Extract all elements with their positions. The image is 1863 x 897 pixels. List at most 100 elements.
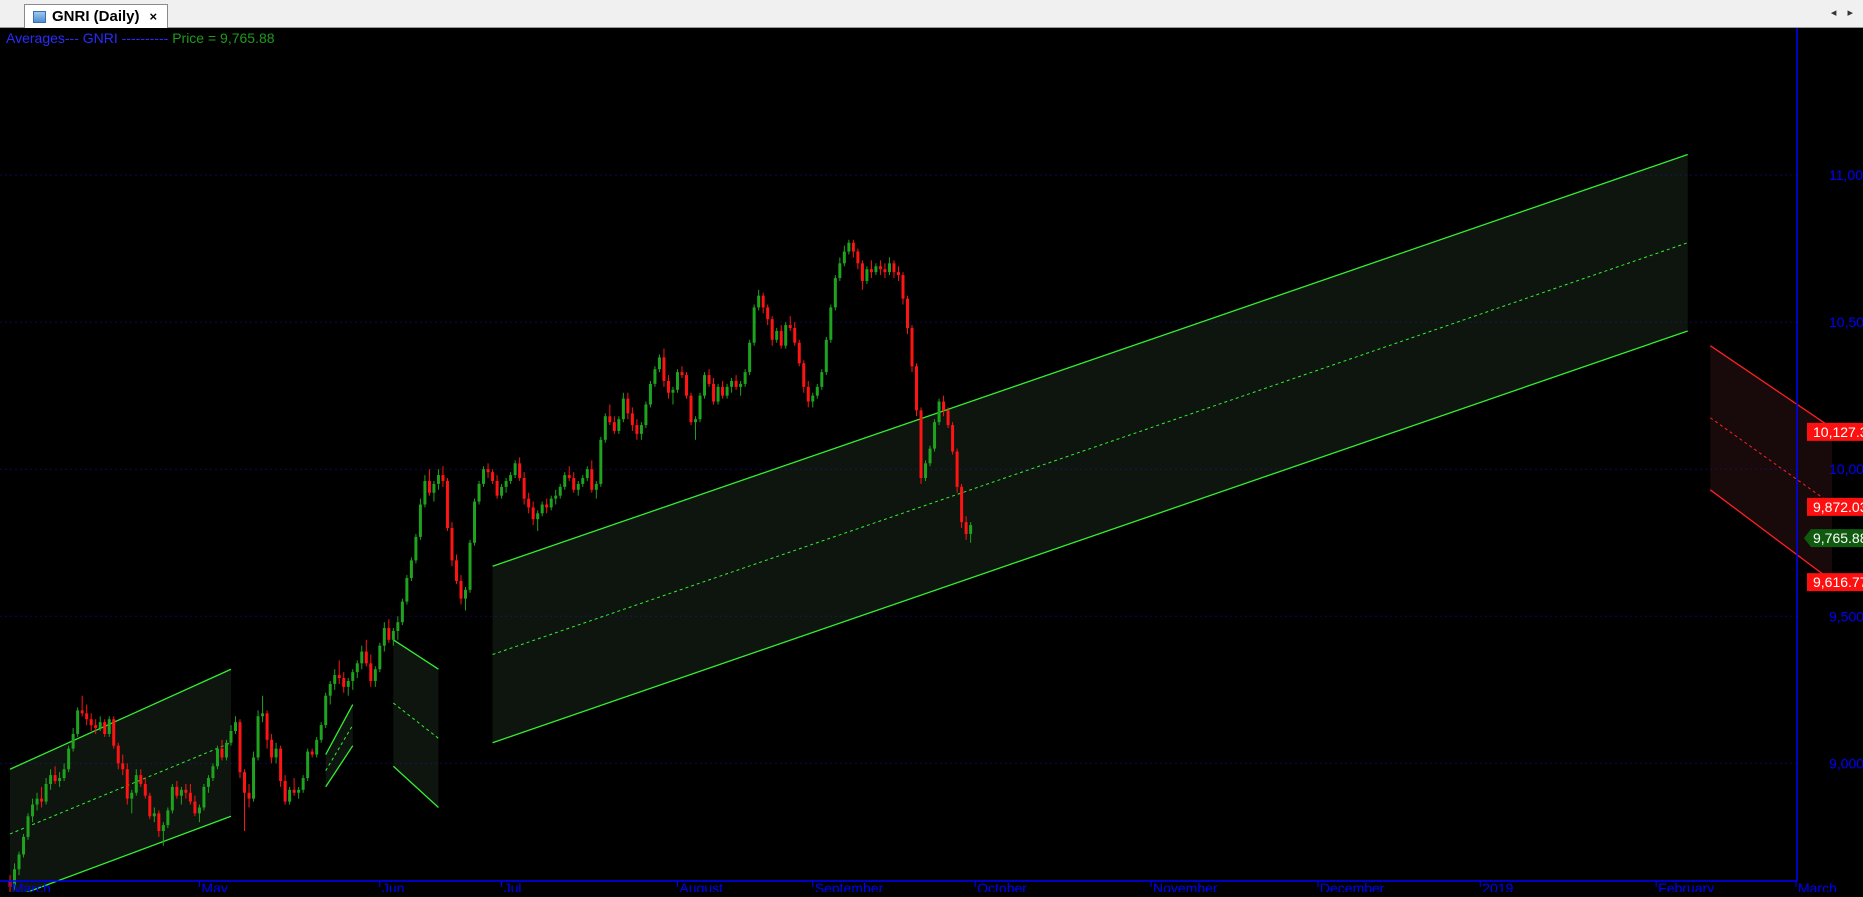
candle-body: [847, 242, 851, 252]
candle-body: [806, 386, 810, 402]
candle-body: [486, 469, 490, 473]
candle-body: [473, 501, 477, 543]
candle-body: [414, 536, 418, 561]
candle-body: [680, 372, 684, 376]
candle-body: [306, 751, 310, 779]
candle-body: [157, 813, 161, 831]
candle-body: [892, 263, 896, 273]
candle-body: [116, 745, 120, 764]
candle-body: [324, 695, 328, 726]
candle-body: [639, 425, 643, 434]
candle-body: [62, 769, 66, 779]
candle-body: [283, 780, 287, 802]
candle-body: [265, 713, 269, 740]
chart-area[interactable]: 9,000 9,500 10,000 10,500 11,000 March May Jun J…: [0, 28, 1863, 897]
candle-body: [355, 663, 359, 673]
candle-body: [464, 589, 468, 599]
candle-body: [545, 504, 549, 508]
candle-body: [784, 325, 788, 346]
candle-body: [937, 401, 941, 423]
price-label: 9,872.03: [1807, 497, 1863, 516]
candle-body: [450, 528, 454, 561]
candle-body: [770, 319, 774, 340]
candle-body: [743, 372, 747, 384]
candle-body: [382, 628, 386, 646]
candle-body: [874, 266, 878, 273]
candle-body: [585, 469, 589, 479]
candle-body: [35, 798, 39, 805]
candle-body: [648, 383, 652, 405]
candle-body: [518, 463, 522, 479]
candle-body: [761, 295, 765, 308]
candle-body: [915, 366, 919, 411]
candle-body: [788, 325, 792, 329]
candle-body: [297, 789, 301, 793]
candle-body: [373, 669, 377, 681]
candle-body: [883, 269, 887, 273]
tab-scroll-arrows[interactable]: ◂ ▸: [1831, 6, 1857, 19]
candle-body: [734, 380, 738, 387]
candle-body: [387, 628, 391, 640]
candle-body: [689, 395, 693, 423]
candle-body: [279, 748, 283, 781]
candle-body: [576, 483, 580, 490]
candle-body: [378, 645, 382, 670]
candle-body: [657, 357, 661, 370]
candle-body: [391, 630, 395, 640]
candle-body: [856, 251, 860, 264]
price-label-text: 9,616.77: [1813, 574, 1863, 590]
y-tick-label: 10,500: [1829, 314, 1863, 330]
candle-body: [224, 742, 228, 758]
candle-body: [89, 719, 93, 726]
candle-body: [721, 386, 725, 396]
candle-body: [581, 478, 585, 484]
candle-body: [184, 789, 188, 793]
candle-body: [459, 580, 463, 599]
price-chart[interactable]: 9,000 9,500 10,000 10,500 11,000 March May Jun J…: [0, 28, 1863, 897]
legend-averages: Averages---: [6, 30, 79, 46]
candle-body: [175, 786, 179, 796]
candle-body: [71, 733, 75, 749]
candle-body: [703, 375, 707, 396]
candle-body: [252, 757, 256, 799]
price-label: 9,616.77: [1807, 573, 1863, 592]
candle-body: [234, 722, 237, 731]
candle-body: [98, 722, 102, 729]
tab-bar: GNRI (Daily) × ◂ ▸: [0, 0, 1863, 28]
candle-body: [694, 419, 698, 423]
candle-body: [40, 798, 44, 802]
y-tick-label: 11,000: [1829, 167, 1863, 183]
candle-body: [924, 463, 928, 479]
candle-body: [67, 748, 71, 770]
candle-body: [134, 775, 138, 793]
price-label-text: 10,127.3: [1813, 424, 1863, 440]
candle-body: [22, 836, 26, 855]
candle-body: [851, 242, 855, 252]
candle-body: [748, 342, 752, 373]
candle-body: [112, 719, 116, 746]
candle-body: [824, 339, 828, 373]
candle-body: [193, 801, 197, 814]
tab-gnri-daily[interactable]: GNRI (Daily) ×: [24, 4, 169, 28]
x-tick-label: November: [1153, 880, 1218, 892]
candle-body: [139, 775, 143, 784]
candle-body: [896, 272, 900, 276]
candle-body: [757, 295, 761, 308]
candle-body: [188, 792, 192, 802]
candle-body: [76, 710, 80, 734]
candle-body: [441, 475, 445, 481]
candle-body: [342, 678, 346, 687]
price-label-text: 9,872.03: [1813, 499, 1863, 515]
close-icon[interactable]: ×: [150, 9, 158, 24]
candle-body: [612, 422, 616, 431]
candle-body: [531, 507, 535, 520]
candle-body: [829, 307, 833, 340]
candle-body: [698, 395, 702, 420]
candle-body: [716, 386, 720, 402]
candle-body: [536, 513, 540, 520]
candle-body: [540, 504, 544, 514]
candle-body: [549, 498, 553, 508]
candle-body: [617, 419, 621, 431]
candle-body: [969, 525, 973, 534]
candle-body: [400, 601, 404, 623]
